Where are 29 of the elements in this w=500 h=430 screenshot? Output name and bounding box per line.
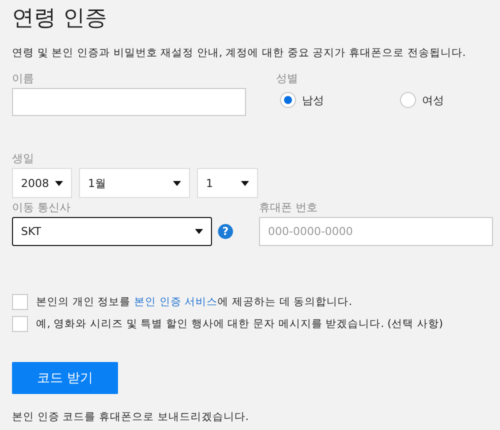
phone-label: 휴대폰 번호	[259, 201, 318, 215]
phone-field[interactable]: 000-0000-0000	[259, 217, 493, 246]
birthday-select[interactable]: 1	[197, 168, 258, 198]
agreement-text: 본인의 개인 정보를 본인 인증 서비스에 제공하는 데 동의합니다.	[36, 295, 352, 309]
birthday-select[interactable]: 1월	[79, 168, 190, 198]
birthday-select[interactable]: 2008	[12, 168, 72, 198]
caret-icon	[241, 180, 249, 186]
name-label: 이름	[12, 72, 35, 86]
carrier-select[interactable]: SKT	[12, 217, 212, 246]
name-field[interactable]	[12, 88, 246, 116]
service-link[interactable]: 본인 인증 서비스	[134, 296, 218, 308]
caret-icon	[55, 180, 63, 186]
agreement-text: 예, 영화와 시리즈 및 특별 할인 행사에 대한 문자 메시지를 받겠습니다. (선택 사항)	[36, 317, 443, 331]
carrier-label: 이동 통신사	[12, 201, 72, 215]
page-title: 연령 인증	[12, 5, 108, 33]
get-code-button[interactable]: 코드 받기	[12, 362, 118, 394]
checkbox[interactable]	[12, 294, 28, 310]
caret-icon	[173, 180, 181, 186]
help-icon[interactable]: ?	[218, 224, 233, 239]
caret-icon	[195, 229, 203, 234]
radio-button[interactable]	[280, 92, 296, 108]
radio-button[interactable]	[400, 92, 416, 108]
footer-note: 본인 인증 코드를 휴대폰으로 보내드리겠습니다.	[12, 410, 250, 424]
gender-label: 성별	[276, 72, 299, 86]
radio-label: 여성	[422, 92, 444, 108]
radio-label: 남성	[302, 92, 324, 108]
birthday-label: 생일	[12, 152, 35, 166]
description: 연령 및 본인 인증과 비밀번호 재설정 안내, 계정에 대한 중요 공지가 휴대폰으로 전송됩니다.	[12, 46, 467, 60]
checkbox[interactable]	[12, 316, 28, 332]
